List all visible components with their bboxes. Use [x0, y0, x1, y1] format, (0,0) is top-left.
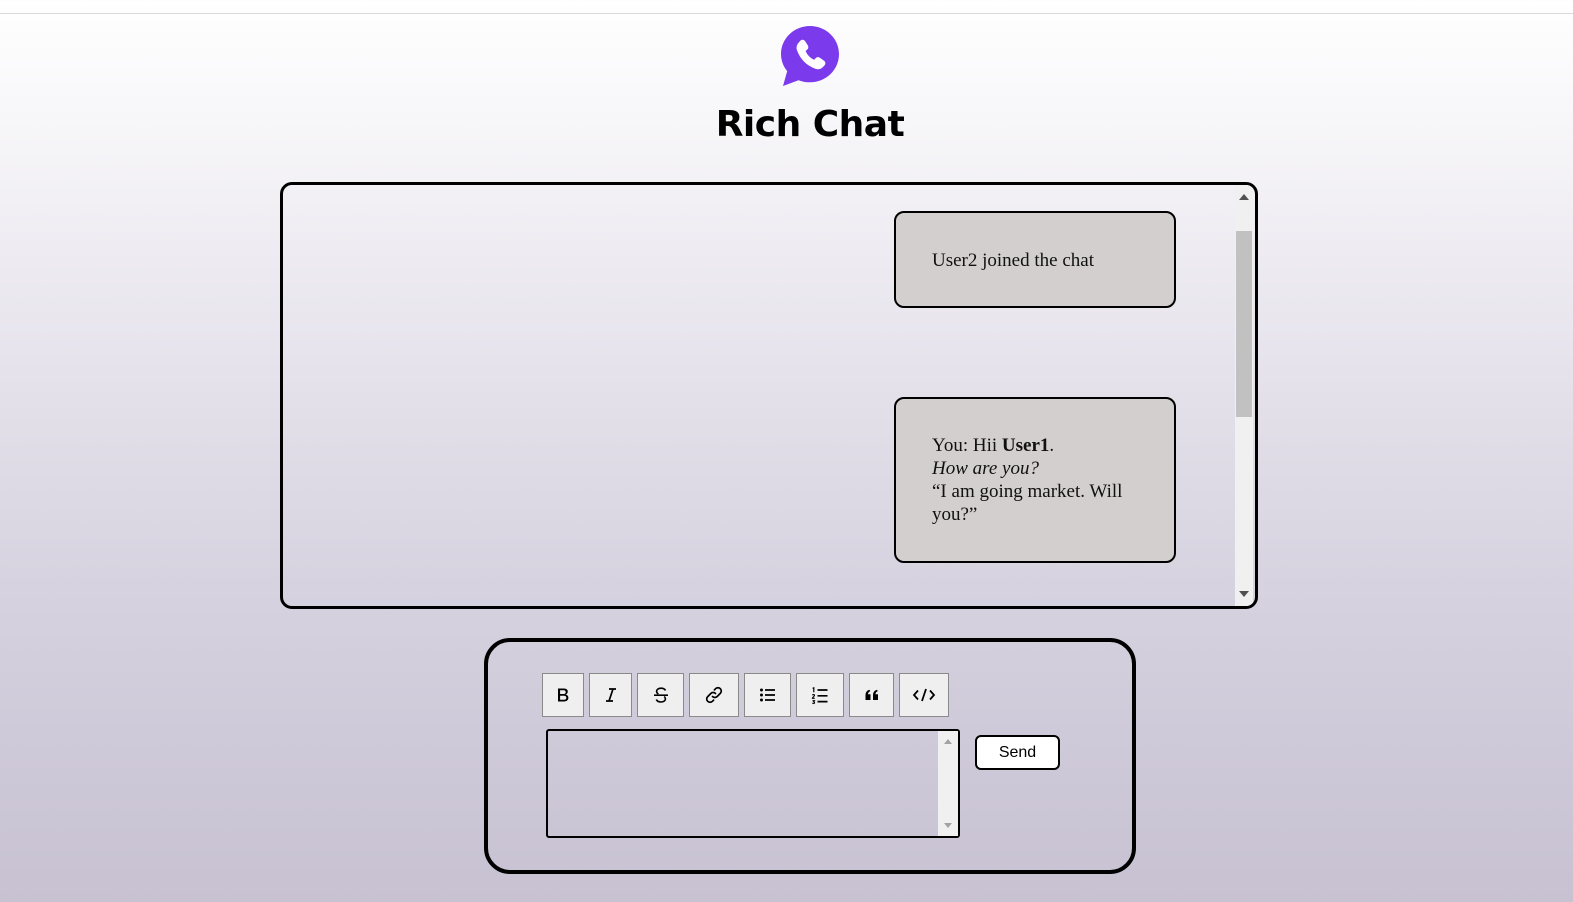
numbered-list-button[interactable]	[796, 673, 844, 717]
chat-message: You: Hii User1. How are you? “I am going…	[894, 397, 1176, 563]
link-icon	[705, 686, 723, 704]
bullet-list-icon	[759, 688, 775, 702]
top-divider	[0, 13, 1573, 14]
italic-button[interactable]	[589, 673, 632, 717]
strikethrough-icon	[653, 687, 668, 703]
scroll-thumb[interactable]	[1236, 231, 1252, 417]
message-first-line: You: Hii User1.	[932, 434, 1138, 457]
message-input[interactable]	[546, 729, 960, 838]
strikethrough-button[interactable]	[637, 673, 684, 717]
phone-chat-logo-icon	[781, 26, 839, 86]
message-composer: Send	[484, 638, 1136, 874]
page-title: Rich Chat	[715, 104, 905, 145]
message-text: User2 joined the chat	[932, 250, 1094, 271]
quote-icon	[865, 689, 878, 700]
message-prefix: You: Hii	[932, 435, 1002, 456]
scroll-up-arrow-icon[interactable]	[1239, 194, 1249, 200]
code-button[interactable]	[899, 673, 949, 717]
input-scroll-down-icon[interactable]	[944, 823, 952, 828]
bullet-list-button[interactable]	[744, 673, 791, 717]
input-scroll-up-icon[interactable]	[944, 739, 952, 744]
message-punctuation: .	[1049, 435, 1055, 456]
chat-messages-panel[interactable]: User2 joined the chat You: Hii User1. Ho…	[280, 182, 1258, 609]
message-quote-text: “I am going market. Will you?”	[932, 481, 1123, 525]
scroll-down-arrow-icon[interactable]	[1239, 591, 1249, 597]
numbered-list-icon	[811, 686, 828, 705]
chat-message: User2 joined the chat	[894, 211, 1176, 308]
bold-button[interactable]	[542, 673, 584, 717]
send-button[interactable]: Send	[975, 735, 1060, 770]
chat-scrollbar[interactable]	[1235, 185, 1253, 606]
code-icon	[912, 688, 936, 702]
input-scrollbar[interactable]	[938, 731, 958, 836]
italic-icon	[605, 688, 616, 702]
message-bold-text: User1	[1001, 435, 1050, 456]
blockquote-button[interactable]	[849, 673, 894, 717]
message-italic-text: How are you?	[932, 458, 1039, 479]
bold-icon	[558, 688, 569, 702]
link-button[interactable]	[689, 673, 739, 717]
